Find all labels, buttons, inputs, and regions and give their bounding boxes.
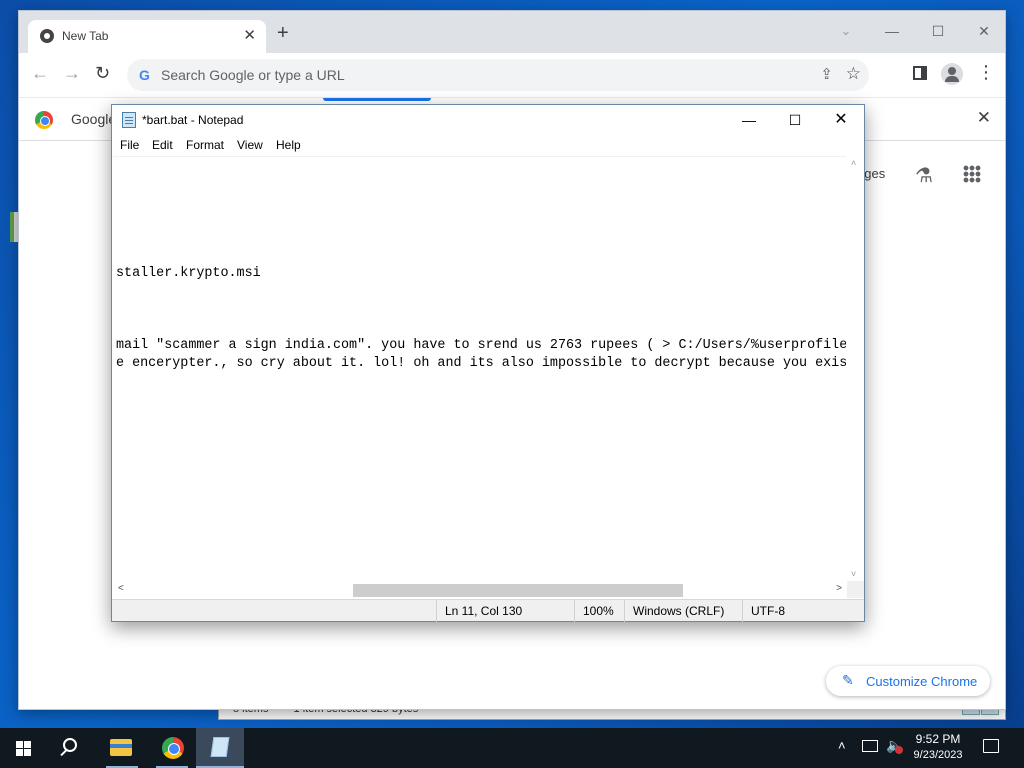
tab-title: New Tab (62, 29, 109, 43)
notepad-text-area[interactable]: staller.krypto.msi mail "scammer a sign … (113, 156, 846, 581)
status-line-ending: Windows (CRLF) (624, 600, 742, 622)
taskbar: ˄ 🔈 9:52 PM 9/23/2023 (0, 728, 1024, 768)
clock-time[interactable]: 9:52 PM (912, 732, 964, 746)
profile-avatar-icon[interactable] (941, 63, 963, 85)
notepad-icon (122, 112, 136, 128)
infobar-close-button[interactable]: ✕ (977, 108, 991, 128)
volume-muted-badge-icon (895, 746, 903, 754)
taskbar-file-explorer[interactable] (98, 728, 146, 768)
google-apps-icon[interactable] (963, 165, 981, 183)
infobar-action-button[interactable] (323, 98, 431, 101)
network-icon[interactable] (862, 740, 878, 752)
menu-help[interactable]: Help (276, 138, 301, 152)
notepad-menubar: File Edit Format View Help (112, 136, 864, 156)
show-hidden-icons-button[interactable]: ˄ (838, 738, 846, 753)
vertical-scrollbar[interactable]: ˄ ˅ (847, 156, 864, 581)
notepad-close-button[interactable]: ✕ (818, 105, 864, 135)
omnibox[interactable]: G Search Google or type a URL ⇪ ☆ (127, 59, 869, 91)
close-button[interactable]: ✕ (961, 17, 1007, 45)
notepad-status-bar: Ln 11, Col 130 100% Windows (CRLF) UTF-8 (112, 599, 864, 622)
status-cursor-position: Ln 11, Col 130 (436, 600, 574, 622)
text-line: staller.krypto.msi (116, 266, 261, 281)
notepad-icon (210, 737, 230, 757)
clock-date[interactable]: 9/23/2023 (910, 749, 966, 761)
notepad-window: *bart.bat - Notepad — ☐ ✕ File Edit Form… (111, 104, 865, 622)
horizontal-scroll-thumb[interactable] (353, 584, 683, 597)
scroll-left-icon[interactable]: < (118, 583, 124, 594)
forward-button[interactable]: → (63, 63, 81, 84)
notification-center-icon[interactable] (983, 739, 999, 753)
google-g-icon: G (139, 67, 150, 83)
text-line: e encerypter., so cry about it. lol! oh … (116, 356, 846, 371)
reload-button[interactable]: ↻ (95, 63, 110, 84)
tab-new-tab[interactable]: New Tab ✕ (28, 20, 266, 53)
windows-logo-icon (16, 741, 31, 756)
horizontal-scrollbar[interactable]: < > (113, 581, 847, 598)
status-zoom: 100% (574, 600, 624, 622)
chrome-titlebar: New Tab ✕ + ⌄ — ☐ ✕ (19, 11, 1005, 53)
notepad-maximize-button[interactable]: ☐ (772, 105, 818, 135)
menu-format[interactable]: Format (186, 138, 224, 152)
customize-chrome-label: Customize Chrome (866, 674, 978, 689)
start-button[interactable] (0, 728, 48, 768)
tab-search-button[interactable]: ⌄ (823, 17, 869, 45)
text-line: mail "scammer a sign india.com". you hav… (116, 338, 846, 353)
folder-icon (110, 739, 132, 756)
notepad-titlebar[interactable]: *bart.bat - Notepad — ☐ ✕ (112, 105, 864, 136)
status-encoding: UTF-8 (742, 600, 864, 622)
infobar-text: Google (71, 111, 117, 127)
omnibox-placeholder[interactable]: Search Google or type a URL (161, 67, 345, 83)
scroll-down-icon[interactable]: ˅ (851, 569, 856, 579)
taskbar-chrome[interactable] (148, 728, 196, 768)
scroll-up-icon[interactable]: ˄ (851, 158, 856, 168)
menu-view[interactable]: View (237, 138, 263, 152)
customize-chrome-button[interactable]: ✎ Customize Chrome (826, 666, 990, 696)
chrome-logo-icon (35, 111, 53, 129)
menu-file[interactable]: File (120, 138, 139, 152)
pencil-icon: ✎ (842, 672, 854, 688)
chrome-toolbar: ← → ↻ G Search Google or type a URL ⇪ ☆ … (19, 53, 1005, 97)
menu-edit[interactable]: Edit (152, 138, 173, 152)
back-button[interactable]: ← (31, 63, 49, 84)
chrome-icon (162, 737, 184, 759)
chrome-menu-icon[interactable]: ⋮ (977, 63, 995, 81)
maximize-button[interactable]: ☐ (915, 17, 961, 45)
share-icon[interactable]: ⇪ (820, 65, 833, 83)
scroll-right-icon[interactable]: > (836, 583, 842, 594)
side-panel-icon[interactable] (913, 66, 927, 80)
chrome-favicon-icon (40, 29, 54, 43)
notepad-minimize-button[interactable]: — (726, 105, 772, 135)
new-tab-button[interactable]: + (277, 23, 289, 43)
taskbar-notepad[interactable] (196, 728, 244, 768)
bookmark-star-icon[interactable]: ☆ (846, 64, 861, 84)
taskbar-search-button[interactable] (48, 728, 96, 768)
labs-flask-icon[interactable]: ⚗ (915, 163, 933, 188)
tab-close-button[interactable]: ✕ (243, 26, 256, 44)
minimize-button[interactable]: — (869, 17, 915, 45)
desktop: 5 items 1 item selected 329 bytes New Ta… (0, 0, 1024, 728)
scrollbar-corner (847, 581, 864, 598)
notepad-title: *bart.bat - Notepad (142, 113, 244, 127)
